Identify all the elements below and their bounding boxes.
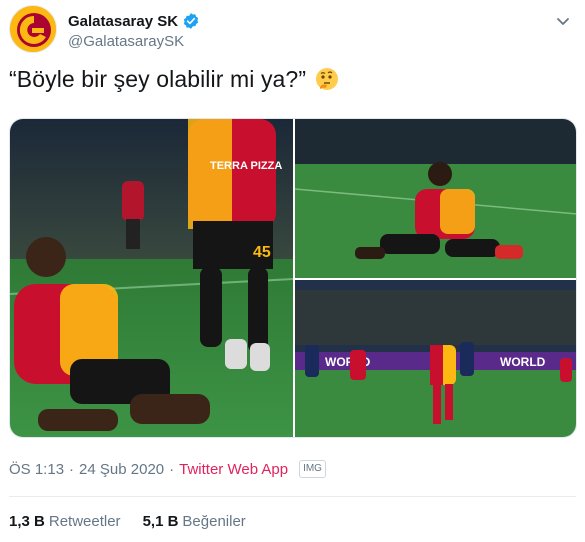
photo-number-text: 45 xyxy=(253,244,271,261)
photo-3[interactable]: WORLD WORLD xyxy=(295,280,576,437)
retweets-stat[interactable]: 1,3 B Retweetler xyxy=(9,513,121,530)
avatar[interactable] xyxy=(9,5,57,53)
tweet-stats: 1,3 B Retweetler 5,1 B Beğeniler xyxy=(9,513,246,530)
photo-shirt-text: TERRA PIZZA xyxy=(210,160,282,172)
tweet-time[interactable]: ÖS 1:13 xyxy=(9,461,64,478)
chevron-down-icon[interactable] xyxy=(555,13,571,29)
img-badge: IMG xyxy=(299,460,326,478)
media-grid: TERRA PIZZA 45 WORLD WORLD xyxy=(9,118,577,438)
meta-separator: · xyxy=(69,460,75,478)
likes-count: 5,1 B xyxy=(142,513,179,530)
user-handle[interactable]: @GalatasaraySK xyxy=(68,33,184,50)
verified-badge-icon xyxy=(182,12,200,30)
tweet-meta: ÖS 1:13 · 24 Şub 2020 · Twitter Web App … xyxy=(9,460,326,478)
tweet-source-link[interactable]: Twitter Web App xyxy=(179,461,288,478)
tweet-date[interactable]: 24 Şub 2020 xyxy=(79,461,164,478)
tweet-header: Galatasaray SK @GalatasaraySK xyxy=(9,5,575,55)
name-row: Galatasaray SK xyxy=(68,12,200,30)
photo-stadium-celebration-icon: WORLD WORLD xyxy=(295,280,576,437)
photo-1[interactable]: TERRA PIZZA 45 xyxy=(10,119,293,437)
likes-stat[interactable]: 5,1 B Beğeniler xyxy=(143,513,246,530)
divider xyxy=(9,496,576,497)
thinking-face-icon xyxy=(314,67,340,93)
retweets-label: Retweetler xyxy=(48,513,121,530)
meta-separator-2: · xyxy=(169,460,175,478)
photo-2[interactable] xyxy=(295,119,576,278)
tweet-text-content: “Böyle bir şey olabilir mi ya?” xyxy=(9,66,307,92)
photo-player-slide-2-icon xyxy=(295,119,576,278)
display-name[interactable]: Galatasaray SK xyxy=(68,13,178,30)
photo-player-slide-icon: TERRA PIZZA 45 xyxy=(10,119,293,437)
svg-text:WORLD: WORLD xyxy=(500,355,546,369)
galatasaray-logo-icon xyxy=(11,7,56,52)
retweets-count: 1,3 B xyxy=(9,513,45,530)
likes-label: Beğeniler xyxy=(182,513,246,530)
tweet-text: “Böyle bir şey olabilir mi ya?” xyxy=(9,66,340,93)
